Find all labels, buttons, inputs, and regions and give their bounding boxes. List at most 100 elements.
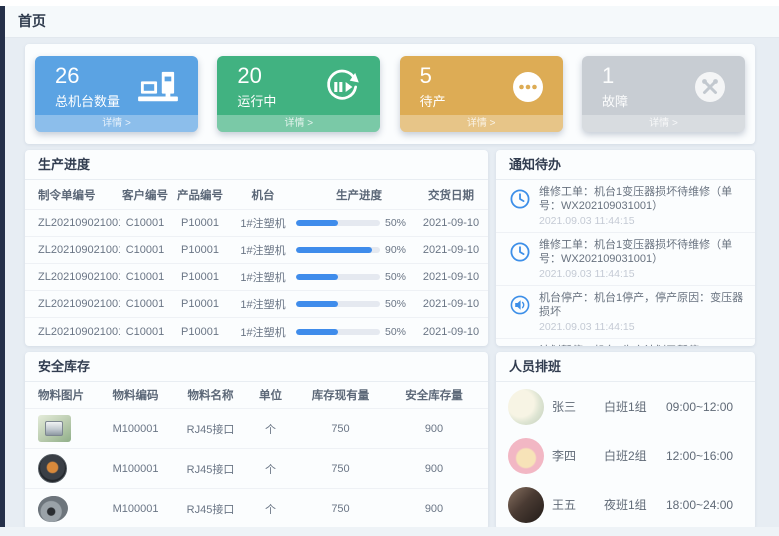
machine-name: 1#注塑机 [230, 296, 296, 312]
detail-link[interactable]: 详情 > [400, 115, 563, 132]
progress-cell: 50% [296, 217, 422, 229]
column-header: 机台 [230, 187, 296, 203]
table-row: M100001 RJ45接口 个 750 900 [25, 489, 488, 529]
stat-text: 26 总机台数量 [55, 64, 120, 109]
window-bottom-strip [0, 527, 779, 536]
product-code: P10001 [170, 298, 230, 310]
customer-code: C10001 [120, 298, 170, 310]
material-image-cell [38, 415, 98, 442]
sidebar-edge [0, 6, 5, 527]
stat-value: 26 [55, 64, 120, 88]
material-image-cell [38, 496, 98, 522]
notification-item[interactable]: 维修工单：机台1变压器损坏待维修（单号：WX202109031001） 2021… [496, 233, 755, 286]
column-header: 客户编号 [120, 187, 170, 203]
material-image-cell [38, 454, 98, 483]
progress-bar [296, 247, 380, 253]
notification-item[interactable]: 维修工单：机台1变压器损坏待维修（单号：WX202109031001） 2021… [496, 180, 755, 233]
rj45-metal-port [45, 421, 63, 436]
column-header: 物料名称 [173, 387, 248, 403]
stat-text: 1 故障 [602, 64, 628, 109]
production-progress-panel: 生产进度 制令单编号 客户编号 产品编号 机台 生产进度 交货日期 ZL2021… [25, 150, 488, 346]
employee-name: 张三 [552, 398, 604, 415]
shift-time: 18:00~24:00 [666, 498, 733, 512]
notification-time: 2021.09.03 11:44:15 [539, 321, 745, 333]
safety-stock-panel: 安全库存 物料图片 物料编码 物料名称 单位 库存现有量 安全库存量 M1000… [25, 352, 488, 530]
notification-text: 计划暂停：机台1生产计划已暂停 [539, 344, 745, 346]
stat-label: 故障 [602, 91, 628, 110]
due-date: 2021-09-10 [422, 298, 480, 310]
avatar [508, 487, 544, 523]
machine-name: 1#注塑机 [230, 215, 296, 231]
order-number: ZL202109021001 [38, 217, 120, 229]
material-unit: 个 [248, 501, 293, 517]
panel-title: 通知待办 [496, 150, 755, 180]
stock-on-hand: 750 [293, 503, 388, 515]
clock-icon [509, 188, 531, 215]
material-image-round-speaker [38, 454, 67, 483]
shift-group: 白班2组 [604, 447, 666, 464]
shift-group: 白班1组 [604, 398, 666, 415]
stock-on-hand: 750 [293, 423, 388, 435]
column-header: 交货日期 [422, 187, 480, 203]
due-date: 2021-09-10 [422, 244, 480, 256]
progress-bar [296, 274, 380, 280]
column-header: 库存现有量 [293, 387, 388, 403]
customer-code: C10001 [120, 326, 170, 338]
notification-time: 2021.09.03 11:44:15 [539, 268, 745, 280]
schedule-row: 张三 白班1组 09:00~12:00 [496, 382, 755, 431]
stock-on-hand: 750 [293, 463, 388, 475]
panel-title: 安全库存 [25, 352, 488, 382]
panel-title: 生产进度 [25, 150, 488, 180]
stat-card-total-machines[interactable]: 26 总机台数量 详情 > [35, 56, 198, 132]
dashboard-screen: 首页 26 总机台数量 [0, 0, 779, 536]
due-date: 2021-09-10 [422, 217, 480, 229]
page-header: 首页 [0, 6, 779, 38]
notification-body: 维修工单：机台1变压器损坏待维修（单号：WX202109031001） 2021… [539, 238, 745, 280]
progress-cell: 90% [296, 244, 422, 256]
progress-cell: 50% [296, 298, 422, 310]
notification-item[interactable]: 机台停产：机台1停产，停产原因：变压器损坏 2021.09.03 11:44:1… [496, 286, 755, 339]
order-number: ZL202109021001 [38, 271, 120, 283]
shift-group: 夜班1组 [604, 496, 666, 513]
material-name: RJ45接口 [173, 461, 248, 477]
detail-link[interactable]: 详情 > [35, 115, 198, 132]
column-header: 生产进度 [296, 187, 422, 203]
inventory-table-header: 物料图片 物料编码 物料名称 单位 库存现有量 安全库存量 [25, 382, 488, 409]
detail-link[interactable]: 详情 > [582, 115, 745, 132]
notification-time: 2021.09.03 11:44:15 [539, 215, 745, 227]
stat-card-running[interactable]: 20 运行中 详情 > [217, 56, 380, 132]
progress-fill [296, 274, 338, 280]
stat-card-body: 1 故障 [582, 56, 745, 115]
notification-text: 维修工单：机台1变压器损坏待维修（单号：WX202109031001） [539, 185, 745, 213]
progress-percent: 90% [385, 244, 406, 256]
progress-cell: 50% [296, 326, 422, 338]
stat-label: 运行中 [237, 91, 276, 110]
product-code: P10001 [170, 217, 230, 229]
progress-fill [296, 301, 338, 307]
progress-bar [296, 220, 380, 226]
notification-body: 计划暂停：机台1生产计划已暂停 2021.09.03 11:44:15 [539, 344, 745, 346]
machine-name: 1#注塑机 [230, 324, 296, 340]
machine-name: 1#注塑机 [230, 242, 296, 258]
stat-card-fault[interactable]: 1 故障 [582, 56, 745, 132]
stat-value: 5 [420, 64, 446, 88]
table-row: ZL202109021001 C10001 P10001 1#注塑机 90% 2… [25, 237, 488, 264]
progress-percent: 50% [385, 326, 406, 338]
table-row: M100001 RJ45接口 个 750 900 [25, 409, 488, 449]
detail-link[interactable]: 详情 > [217, 115, 380, 132]
progress-bar [296, 301, 380, 307]
material-name: RJ45接口 [173, 501, 248, 517]
progress-cell: 50% [296, 271, 422, 283]
order-number: ZL202109021001 [38, 298, 120, 310]
notifications-panel: 通知待办 维修工单：机台1变压器损坏待维修（单号：WX202109031001）… [496, 150, 755, 346]
column-header: 安全库存量 [388, 387, 480, 403]
stat-label: 待产 [420, 91, 446, 110]
stat-card-pending[interactable]: 5 待产 详情 > [400, 56, 563, 132]
table-row: ZL202109021001 C10001 P10001 1#注塑机 50% 2… [25, 210, 488, 237]
customer-code: C10001 [120, 244, 170, 256]
stat-text: 5 待产 [420, 64, 446, 109]
stat-cards: 26 总机台数量 详情 > [25, 44, 755, 144]
shift-time: 12:00~16:00 [666, 449, 733, 463]
notification-item[interactable]: 计划暂停：机台1生产计划已暂停 2021.09.03 11:44:15 [496, 339, 755, 346]
due-date: 2021-09-10 [422, 271, 480, 283]
